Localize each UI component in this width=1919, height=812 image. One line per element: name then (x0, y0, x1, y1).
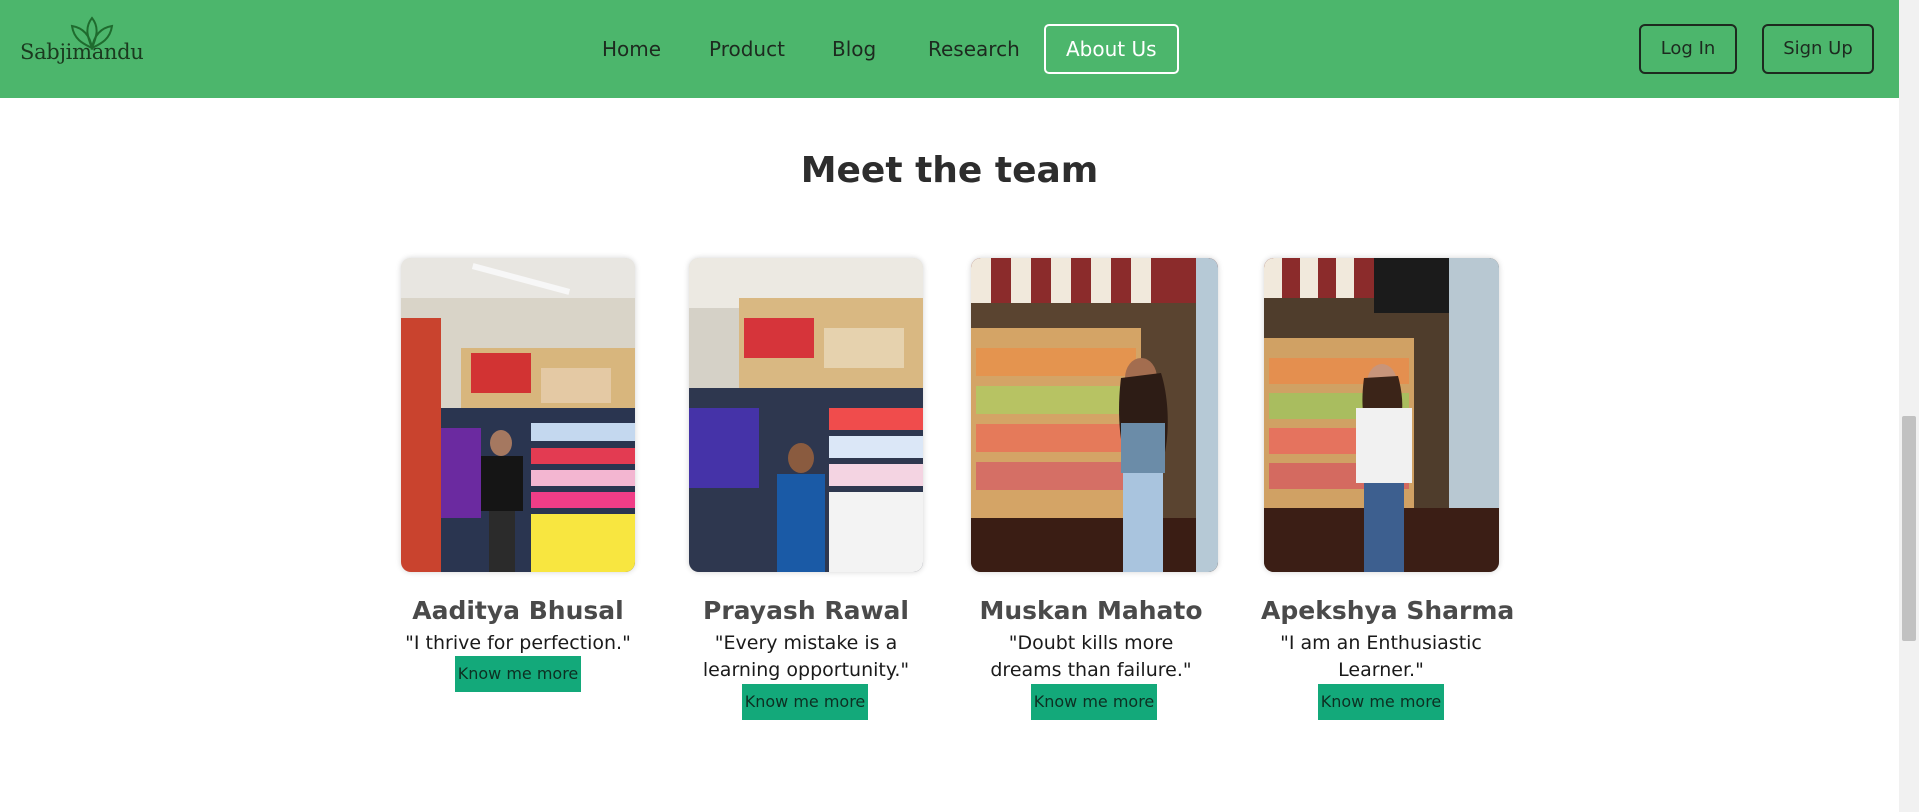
know-me-more-button[interactable]: Know me more (1318, 684, 1444, 720)
member-photo (971, 258, 1218, 572)
nav-about-us[interactable]: About Us (1044, 24, 1179, 74)
signup-button[interactable]: Sign Up (1762, 24, 1874, 74)
about-page: Sabjimandu Home Product Blog Research Ab… (0, 0, 1899, 812)
member-name: Muskan Mahato (979, 596, 1203, 625)
know-me-more-button[interactable]: Know me more (1031, 684, 1157, 720)
member-photo (689, 258, 923, 572)
section-title: Meet the team (800, 150, 1099, 191)
know-me-more-button[interactable]: Know me more (455, 656, 581, 692)
member-photo (1264, 258, 1499, 572)
login-button[interactable]: Log In (1639, 24, 1737, 74)
navbar: Sabjimandu Home Product Blog Research Ab… (0, 0, 1899, 98)
scrollbar-thumb[interactable] (1902, 416, 1916, 641)
member-photo (401, 258, 635, 572)
brand-logo[interactable]: Sabjimandu (20, 16, 144, 72)
brand-name: Sabjimandu (20, 40, 144, 64)
member-quote: "I thrive for perfection." (405, 632, 631, 654)
member-name: Apekshya Sharma (1261, 596, 1515, 625)
nav-product[interactable]: Product (709, 24, 785, 74)
page-scrollbar[interactable] (1899, 0, 1919, 812)
know-me-more-button[interactable]: Know me more (742, 684, 868, 720)
nav-research[interactable]: Research (928, 24, 1020, 74)
nav-home[interactable]: Home (602, 24, 661, 74)
nav-blog[interactable]: Blog (832, 24, 876, 74)
member-quote: "Doubt kills more dreams than failure." (990, 632, 1192, 681)
member-quote: "Every mistake is a learning opportunity… (702, 632, 910, 681)
member-quote: "I am an Enthusiastic Learner." (1280, 632, 1482, 681)
member-name: Aaditya Bhusal (412, 596, 624, 625)
member-name: Prayash Rawal (703, 596, 909, 625)
